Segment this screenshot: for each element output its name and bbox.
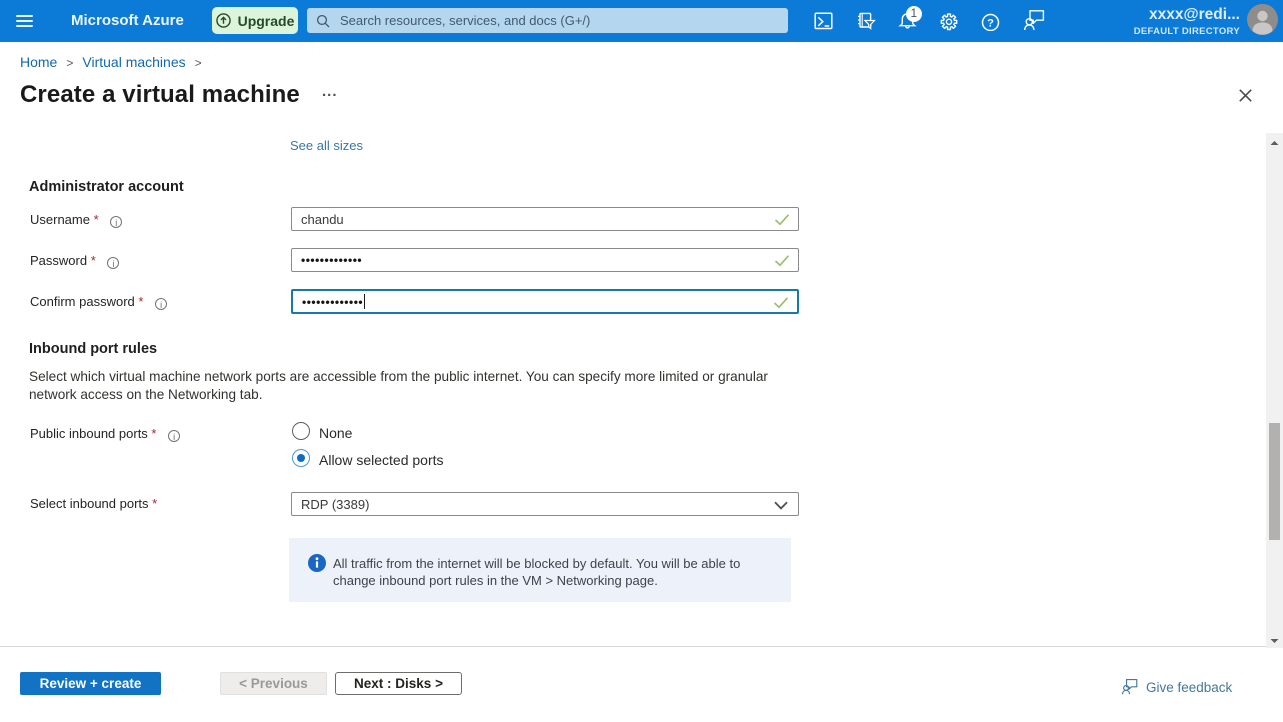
svg-text:?: ? <box>987 18 994 30</box>
